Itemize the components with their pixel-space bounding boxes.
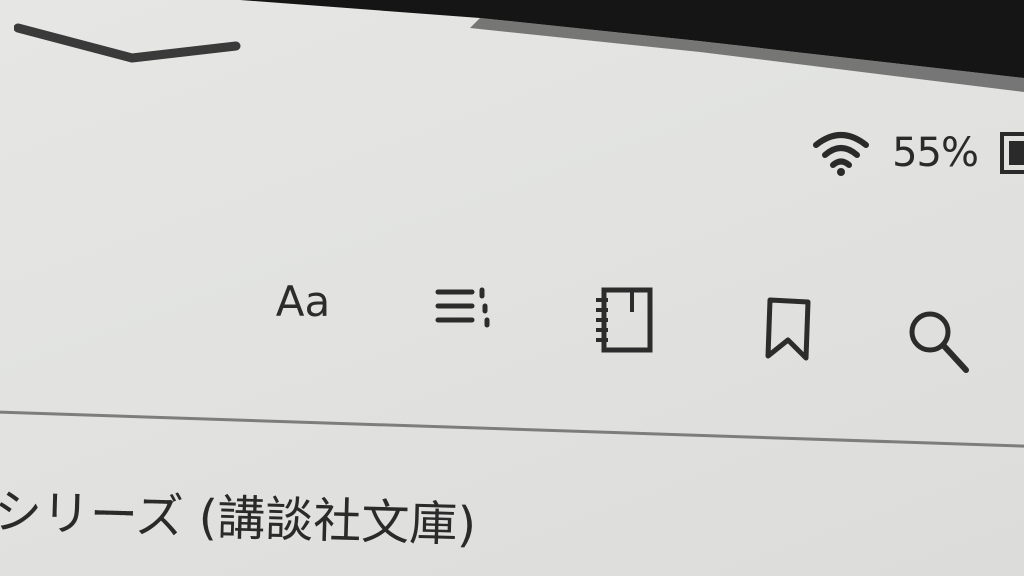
battery-icon (1000, 132, 1024, 174)
book-title[interactable]: シリーズ (講談社文庫) (0, 472, 477, 555)
search-icon (909, 311, 969, 373)
collapse-menu-chevron-icon[interactable] (14, 18, 244, 68)
table-of-contents-button[interactable] (432, 280, 502, 340)
bookmark-button[interactable] (756, 294, 822, 364)
toolbar-divider (0, 410, 1024, 449)
battery-percentage: 55% (892, 130, 979, 176)
table-of-contents-icon (435, 287, 490, 328)
bookmark-icon (765, 297, 811, 361)
font-settings-button[interactable]: Aa (262, 270, 344, 332)
e-reader-screen: 55% Aa シリーズ (講談社文庫) (0, 0, 1024, 576)
search-button[interactable] (902, 306, 978, 380)
reader-toolbar: Aa (262, 266, 982, 376)
notebook-icon (596, 287, 653, 353)
notebook-button[interactable] (592, 284, 662, 356)
status-bar: 55% (812, 118, 1024, 188)
wifi-icon (813, 132, 870, 176)
